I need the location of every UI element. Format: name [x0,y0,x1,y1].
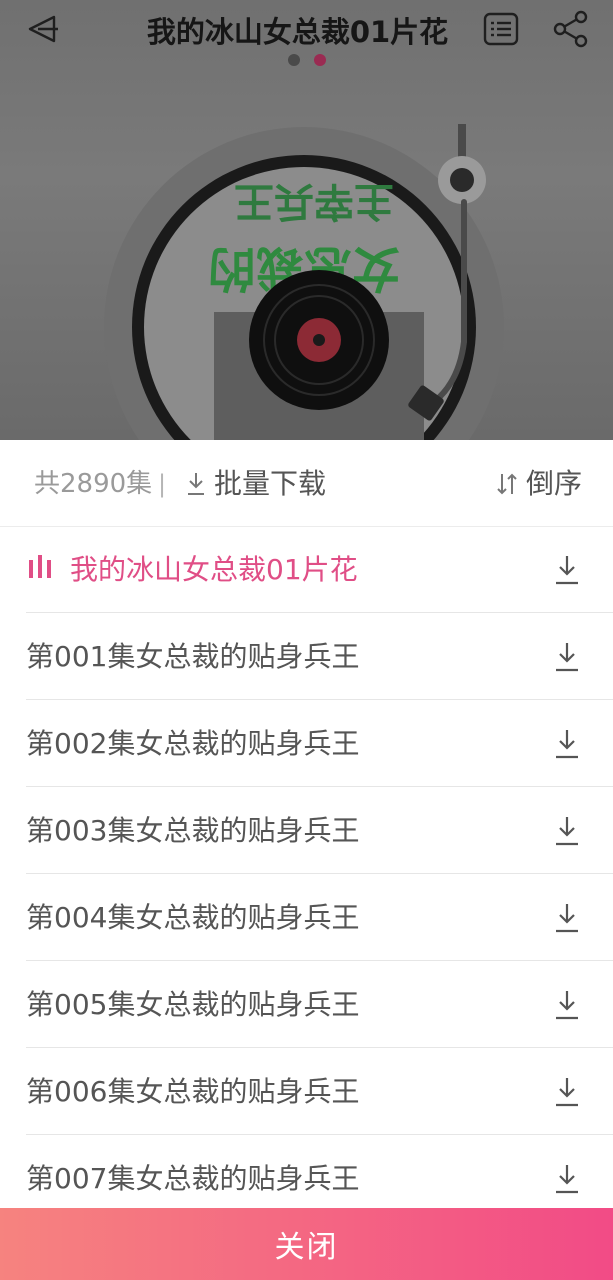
download-icon [556,1078,578,1107]
share-icon [553,10,588,48]
playing-bars-icon [29,555,51,578]
episode-title: 第003集女总裁的贴身兵王 [26,814,360,847]
download-button[interactable] [552,639,582,675]
list-item[interactable]: 第001集女总裁的贴身兵王 [26,613,613,700]
download-button[interactable] [552,813,582,849]
episode-count: 共2890集 [34,469,153,499]
download-icon [556,643,578,672]
sort-label: 倒序 [526,467,583,500]
playlist-header: 共2890集 | 批量下载 倒序 [0,440,613,527]
playlist-button[interactable] [478,8,524,50]
back-button[interactable] [18,8,66,50]
header-separator: | [158,470,167,498]
download-icon [556,904,578,933]
cover-art-text-top: 主宰兵王 [234,178,394,224]
back-arrow-icon [28,15,58,43]
list-item[interactable]: 第004集女总裁的贴身兵王 [26,874,613,961]
batch-download-label: 批量下载 [214,467,327,500]
page-dot-2-active[interactable] [314,54,326,66]
player-background: 我的冰山女总裁01片花 主宰兵王 女总裁的 [0,0,613,440]
episode-title: 第006集女总裁的贴身兵王 [26,1075,360,1108]
page-title: 我的冰山女总裁01片花 [146,15,449,49]
episode-title: 第002集女总裁的贴身兵王 [26,727,360,760]
download-icon [556,730,578,759]
episode-title: 第005集女总裁的贴身兵王 [26,988,360,1021]
list-item[interactable]: 第002集女总裁的贴身兵王 [26,700,613,787]
sort-button[interactable]: 倒序 [496,464,582,504]
vinyl-turntable: 主宰兵王 女总裁的 [104,124,504,440]
playlist-sheet: 共2890集 | 批量下载 倒序 我的冰山女总裁01片花 第001集女总裁的贴身… [0,440,613,1280]
download-button[interactable] [552,1161,582,1197]
close-label: 关闭 [274,1230,339,1265]
top-bar: 我的冰山女总裁01片花 [0,0,613,70]
download-icon [188,473,204,495]
list-item-playing[interactable]: 我的冰山女总裁01片花 [26,526,613,613]
download-icon [556,1165,578,1194]
download-button[interactable] [552,552,582,588]
page-dot-1[interactable] [288,54,300,66]
list-item[interactable]: 第005集女总裁的贴身兵王 [26,961,613,1048]
batch-download-button[interactable]: 批量下载 [186,464,326,504]
episode-title: 第007集女总裁的贴身兵王 [26,1162,360,1195]
download-icon [556,817,578,846]
episode-title: 第004集女总裁的贴身兵王 [26,901,360,934]
list-item[interactable]: 第003集女总裁的贴身兵王 [26,787,613,874]
page-indicator [286,54,330,66]
download-button[interactable] [552,1074,582,1110]
download-button[interactable] [552,987,582,1023]
playlist-icon [483,12,519,46]
sort-icon [497,473,517,495]
close-button[interactable]: 关闭 [0,1208,613,1280]
download-icon [556,556,578,585]
download-icon [556,991,578,1020]
list-item[interactable]: 第006集女总裁的贴身兵王 [26,1048,613,1135]
share-button[interactable] [548,6,594,52]
episode-title: 我的冰山女总裁01片花 [70,553,358,586]
download-button[interactable] [552,726,582,762]
episode-title: 第001集女总裁的贴身兵王 [26,640,360,673]
download-button[interactable] [552,900,582,936]
episode-list: 我的冰山女总裁01片花 第001集女总裁的贴身兵王 第002集女总裁的贴身兵王 … [0,526,613,1222]
